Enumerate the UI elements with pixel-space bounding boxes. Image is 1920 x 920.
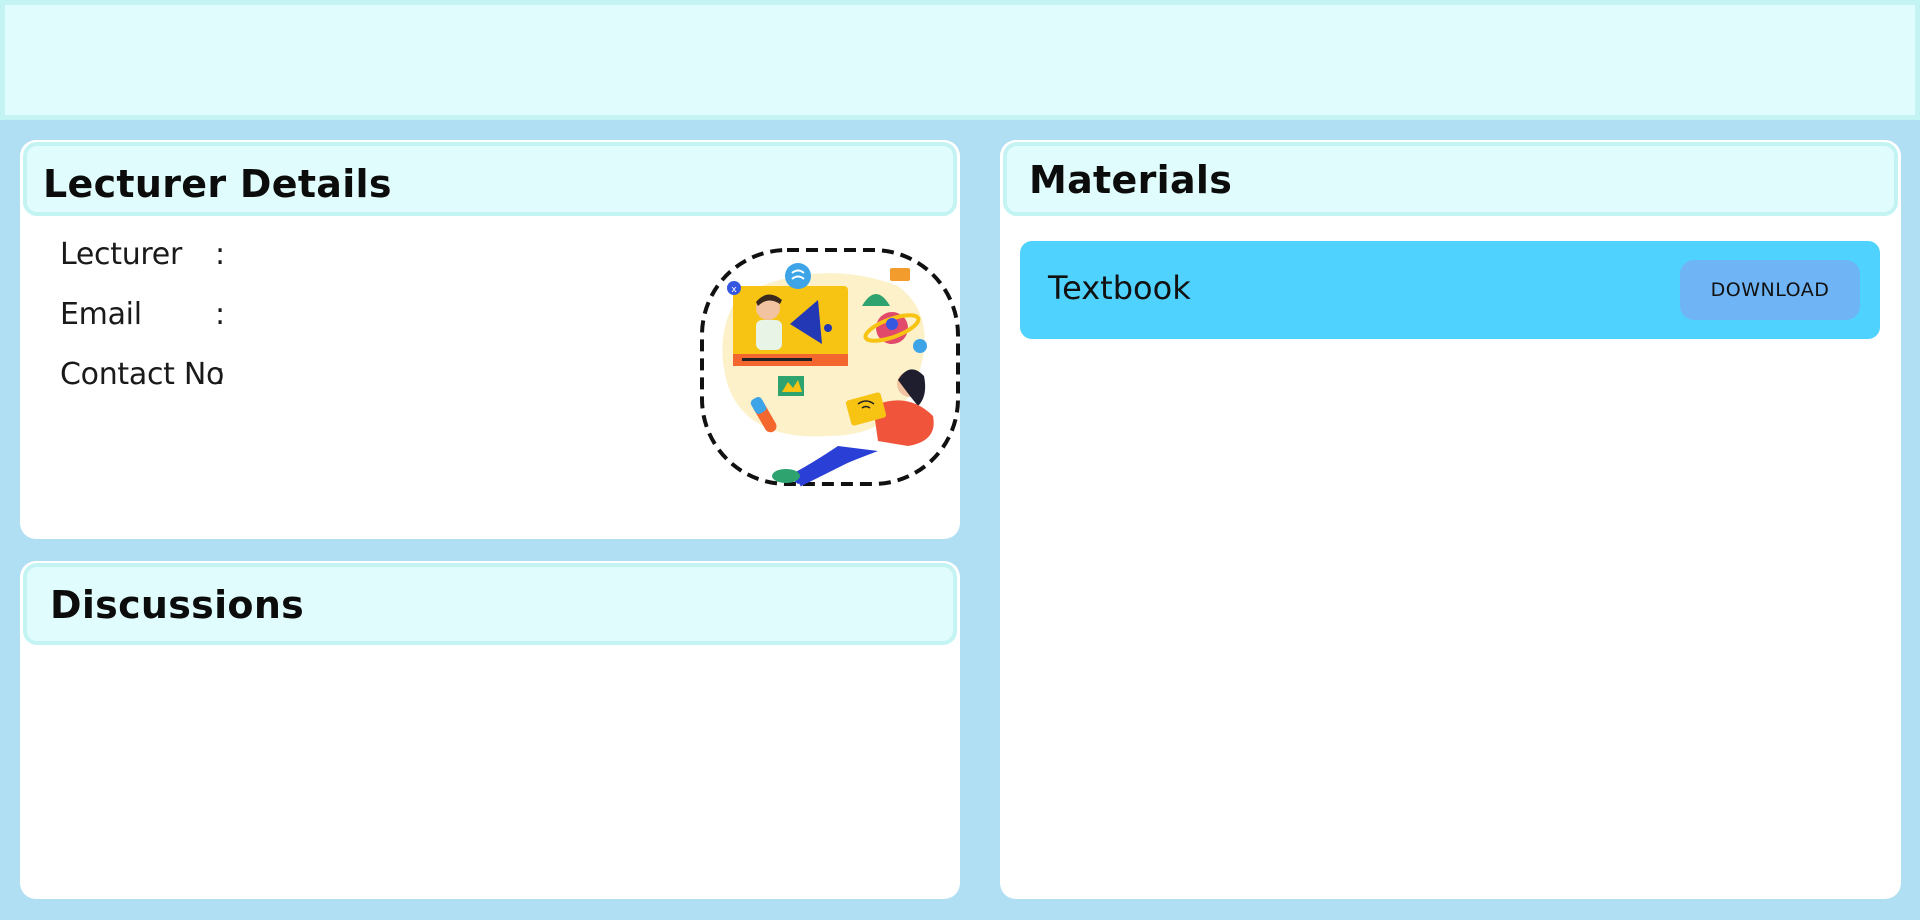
contact-no-row: Contact No : <box>60 357 240 397</box>
discussions-panel: Discussions <box>20 561 960 899</box>
contact-no-colon: : <box>215 357 226 392</box>
materials-title: Materials <box>1029 158 1233 202</box>
material-name: Textbook <box>1048 269 1191 307</box>
email-label: Email <box>60 297 142 332</box>
lecturer-name-row: Lecturer : <box>60 237 240 277</box>
download-button[interactable]: DOWNLOAD <box>1680 260 1860 320</box>
contact-no-label: Contact No <box>60 357 225 392</box>
materials-panel: Materials Textbook DOWNLOAD <box>1000 140 1901 899</box>
svg-text:x: x <box>731 285 737 295</box>
materials-header: Materials <box>1003 142 1898 216</box>
online-learning-illustration-icon: x <box>698 246 960 488</box>
discussions-header: Discussions <box>23 563 957 645</box>
top-header-bar <box>0 0 1920 120</box>
lecturer-colon: : <box>215 237 226 272</box>
lecturer-label: Lecturer <box>60 237 182 272</box>
discussions-title: Discussions <box>50 583 305 627</box>
material-item-textbook: Textbook DOWNLOAD <box>1020 241 1880 339</box>
email-colon: : <box>215 297 226 332</box>
lecturer-details-title: Lecturer Details <box>43 162 392 206</box>
lecturer-details-header: Lecturer Details <box>23 142 957 216</box>
lecturer-details-panel: Lecturer Details Lecturer : Email : Cont… <box>20 140 960 539</box>
email-row: Email : <box>60 297 240 337</box>
